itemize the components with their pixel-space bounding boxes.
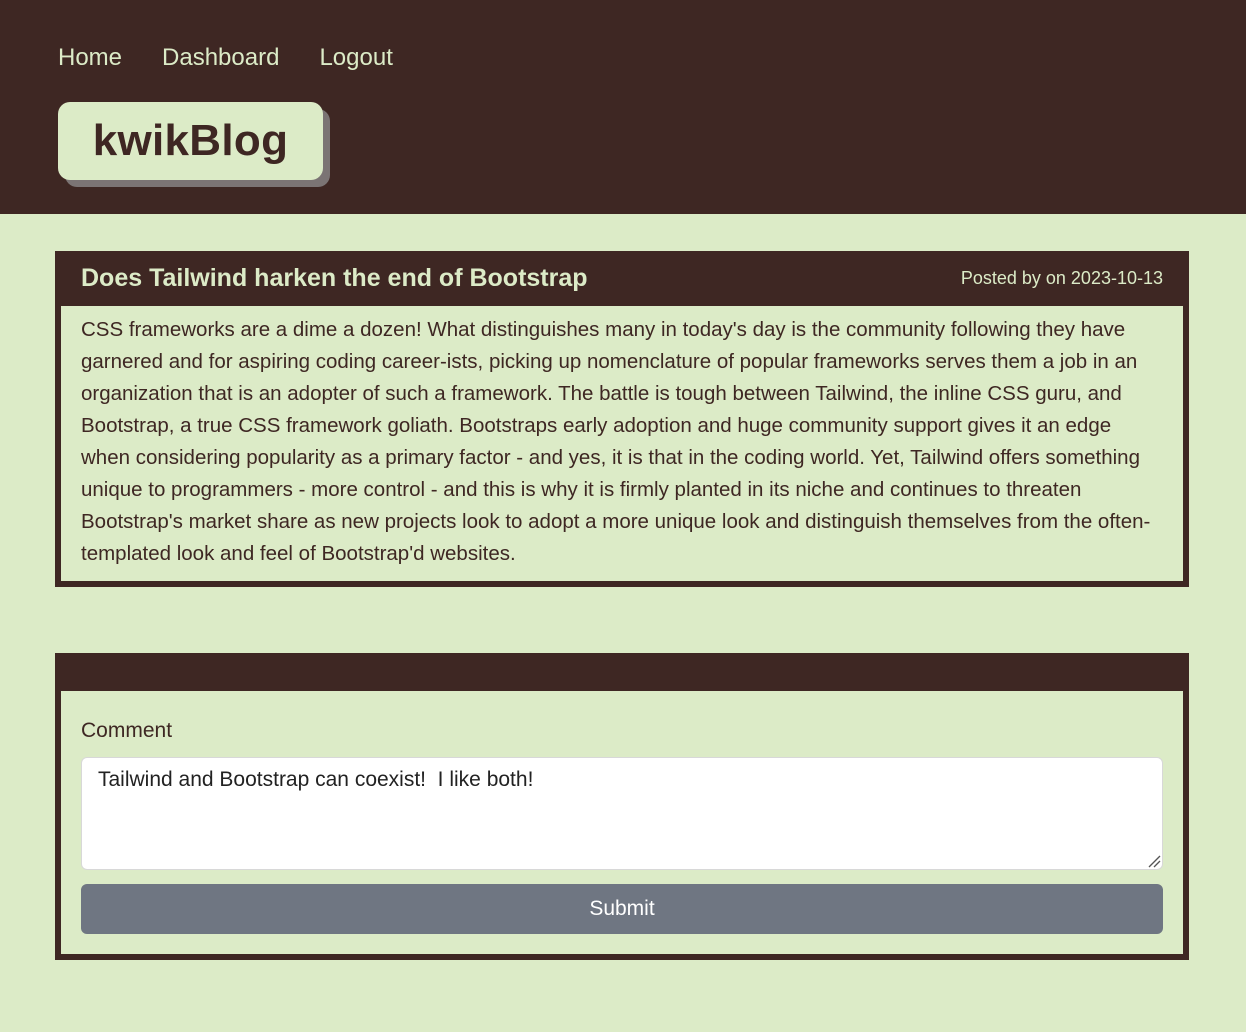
nav-home-link[interactable]: Home [58, 42, 122, 74]
post-title: Does Tailwind harken the end of Bootstra… [81, 264, 588, 292]
comment-form-card: Comment Tailwind and Bootstrap can coexi… [55, 653, 1189, 960]
post-header: Does Tailwind harken the end of Bootstra… [55, 251, 1189, 306]
submit-button[interactable]: Submit [81, 884, 1163, 934]
brand-name: kwikBlog [92, 116, 289, 165]
nav-dashboard-link[interactable]: Dashboard [162, 42, 279, 74]
main-nav: Home Dashboard Logout [58, 42, 393, 74]
resize-handle-icon[interactable] [1147, 854, 1161, 868]
post-body: CSS frameworks are a dime a dozen! What … [81, 318, 1151, 565]
post-card: Does Tailwind harken the end of Bootstra… [55, 251, 1189, 587]
comment-textarea[interactable]: Tailwind and Bootstrap can coexist! I li… [81, 757, 1163, 870]
nav-logout-link[interactable]: Logout [319, 42, 392, 74]
brand-logo[interactable]: kwikBlog [58, 102, 323, 180]
post-meta: Posted by on 2023-10-13 [960, 268, 1163, 288]
comment-label: Comment [81, 719, 173, 742]
site-header: Home Dashboard Logout kwikBlog [0, 0, 1246, 214]
comment-form-header [55, 653, 1189, 691]
